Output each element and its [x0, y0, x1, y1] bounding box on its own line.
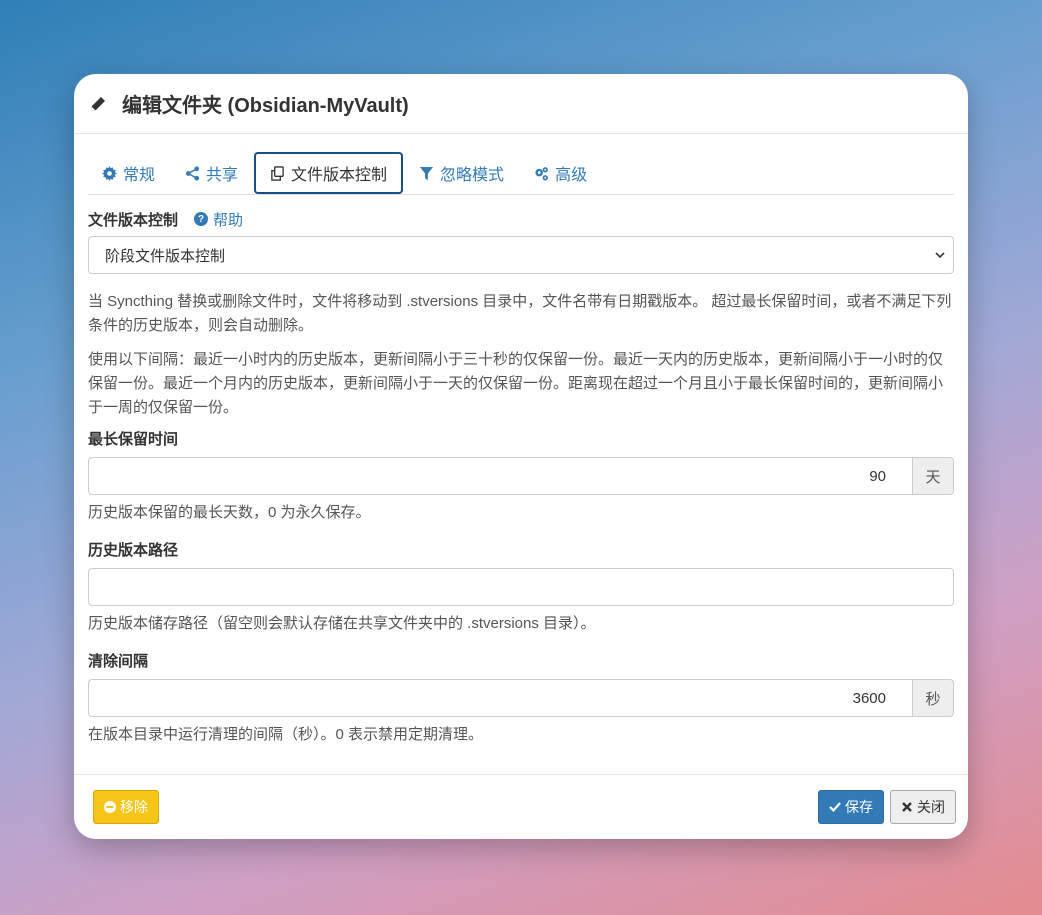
close-icon [902, 802, 912, 812]
tab-label: 高级 [555, 167, 588, 184]
check-icon [829, 802, 841, 813]
gears-icon [535, 166, 548, 180]
tab-advanced[interactable]: 高级 [520, 152, 601, 194]
remove-button[interactable]: 移除 [93, 790, 159, 824]
versioning-type-select[interactable]: 阶段文件版本控制 [88, 236, 954, 274]
help-label: 帮助 [213, 211, 244, 229]
max-age-input[interactable]: 90 [88, 457, 912, 495]
versioning-description: 当 Syncthing 替换或删除文件时，文件将移动到 .stversions … [88, 293, 952, 334]
dialog-body: 常规 共享 文件版本控制 忽略模式 高级 文件版本控制 ? 帮助 阶段文件版本控… [74, 134, 968, 774]
max-age-unit: 天 [912, 457, 954, 495]
save-label: 保存 [845, 799, 873, 815]
gear-icon [102, 165, 117, 181]
max-age-hint: 历史版本保留的最长天数，0 为永久保存。 [88, 504, 371, 521]
versioning-intervals-description: 使用以下间隔：最近一小时内的历史版本，更新间隔小于三十秒的仅保留一份。最近一天内… [88, 351, 944, 416]
remove-label: 移除 [120, 799, 148, 815]
save-button[interactable]: 保存 [818, 790, 884, 824]
cleanup-interval-input[interactable]: 3600 [88, 679, 912, 717]
help-link[interactable]: ? 帮助 [194, 209, 243, 230]
cleanup-interval-input-group: 3600 秒 [88, 679, 954, 717]
minus-circle-icon [104, 801, 116, 813]
max-age-label: 最长保留时间 [88, 431, 179, 448]
question-circle-icon: ? [194, 212, 209, 226]
versions-path-hint: 历史版本储存路径（留空则会默认存储在共享文件夹中的 .stversions 目录… [88, 615, 596, 632]
share-icon [185, 165, 200, 181]
tab-file-versioning[interactable]: 文件版本控制 [254, 152, 404, 194]
max-age-group: 最长保留时间 90 天 历史版本保留的最长天数，0 为永久保存。 [88, 430, 954, 523]
cleanup-interval-group: 清除间隔 3600 秒 在版本目录中运行清理的间隔（秒）。0 表示禁用定期清理。 [88, 652, 954, 745]
versioning-label: 文件版本控制 [88, 211, 179, 229]
tab-label: 共享 [206, 167, 239, 184]
cleanup-interval-label: 清除间隔 [88, 653, 149, 670]
tab-general[interactable]: 常规 [88, 152, 169, 194]
filter-icon [419, 166, 434, 180]
dialog-header: 编辑文件夹 (Obsidian-MyVault) [74, 74, 968, 134]
tab-label: 忽略模式 [440, 167, 505, 184]
tab-label: 文件版本控制 [291, 167, 388, 184]
tab-label: 常规 [123, 167, 156, 184]
close-label: 关闭 [917, 799, 945, 815]
copy-icon [271, 165, 284, 181]
max-age-input-group: 90 天 [88, 457, 954, 495]
cleanup-interval-unit: 秒 [912, 679, 954, 717]
edit-folder-dialog: 编辑文件夹 (Obsidian-MyVault) 常规 共享 文件版本控制 忽略… [74, 74, 968, 839]
tab-bar: 常规 共享 文件版本控制 忽略模式 高级 [88, 150, 954, 195]
pencil-icon [91, 96, 105, 111]
select-value: 阶段文件版本控制 [105, 247, 226, 265]
dialog-footer: 移除 保存 关闭 [74, 774, 968, 839]
tab-ignore-patterns[interactable]: 忽略模式 [405, 152, 518, 194]
close-button[interactable]: 关闭 [890, 790, 956, 824]
cleanup-interval-hint: 在版本目录中运行清理的间隔（秒）。0 表示禁用定期清理。 [88, 726, 484, 743]
tab-sharing[interactable]: 共享 [171, 152, 252, 194]
versions-path-label: 历史版本路径 [88, 542, 179, 559]
dialog-title: 编辑文件夹 (Obsidian-MyVault) [122, 95, 409, 117]
versions-path-group: 历史版本路径 历史版本储存路径（留空则会默认存储在共享文件夹中的 .stvers… [88, 541, 954, 634]
versioning-label-row: 文件版本控制 ? 帮助 [88, 209, 954, 229]
versions-path-input[interactable] [88, 568, 954, 606]
chevron-down-icon [935, 252, 945, 259]
